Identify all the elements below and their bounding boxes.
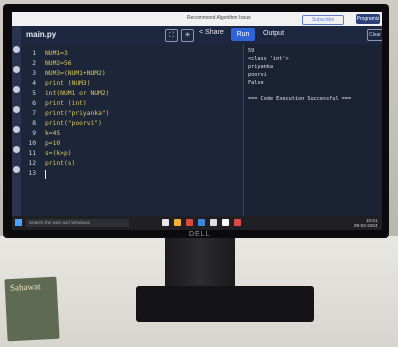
taskbar-clock[interactable]: 10:51 09-02-2024 <box>354 218 378 228</box>
line-number: 8 <box>32 120 36 127</box>
folder-icon[interactable] <box>174 219 181 226</box>
screen: Recommend Algorithm Issue Subscribe Prog… <box>12 12 382 230</box>
line-number: 12 <box>28 160 36 167</box>
output-line: False <box>248 80 264 86</box>
app-icon[interactable] <box>186 219 193 226</box>
line-number: 6 <box>32 100 36 107</box>
code-text[interactable]: print(s) <box>45 160 75 167</box>
app-icon[interactable] <box>210 219 217 226</box>
monitor-brand-logo: DELL <box>189 231 211 238</box>
file-tab[interactable]: main.py <box>26 30 56 39</box>
line-number: 13 <box>28 170 36 177</box>
browser-icon[interactable] <box>198 219 205 226</box>
code-text[interactable]: print("poorvi") <box>45 120 102 127</box>
run-button[interactable]: Run <box>231 28 255 41</box>
ad-text: Recommend Algorithm Issue <box>187 15 251 21</box>
windows-start-icon[interactable] <box>15 219 22 226</box>
output-line: === Code Execution Successful === <box>248 96 352 102</box>
c-icon[interactable] <box>13 106 20 113</box>
output-line: priyanka <box>248 64 273 70</box>
line-number: 11 <box>28 150 36 157</box>
js-icon[interactable] <box>13 146 20 153</box>
code-editor[interactable]: 1 NUM1=3 2 NUM2=56 3 NUM3=(NUM1+NUM2) 4 prin… <box>21 44 243 216</box>
code-text[interactable]: p=10 <box>45 140 60 147</box>
monitor-stand-base <box>136 286 314 322</box>
monitor: Recommend Algorithm Issue Subscribe Prog… <box>3 4 389 238</box>
cpp-icon[interactable] <box>13 126 20 133</box>
java-icon[interactable] <box>13 86 20 93</box>
output-panel: 59 <class 'int'> priyanka poorvi False =… <box>243 44 382 216</box>
editor-header: main.py ⛶ ☀ < Share Run Output Clear <box>21 26 382 44</box>
output-line: 59 <box>248 48 255 54</box>
code-text[interactable]: print (int) <box>45 100 87 107</box>
code-text[interactable]: int(NUM1 or NUM2) <box>45 90 109 97</box>
book-title: Sahawat <box>9 281 41 293</box>
fullscreen-icon[interactable]: ⛶ <box>165 29 178 42</box>
line-number: 10 <box>28 140 36 147</box>
line-number: 2 <box>32 60 36 67</box>
output-line: poorvi <box>248 72 267 78</box>
code-text[interactable]: NUM1=3 <box>45 50 68 57</box>
code-text[interactable]: print (NUM3) <box>45 80 91 87</box>
theme-icon[interactable]: ☀ <box>181 29 194 42</box>
pro-button[interactable]: Programiz PRO <box>356 14 380 32</box>
html-icon[interactable] <box>13 66 20 73</box>
output-title: Output <box>263 30 285 37</box>
line-number: 4 <box>32 80 36 87</box>
subscribe-button[interactable]: Subscribe <box>302 15 344 25</box>
share-label: Share <box>205 29 224 36</box>
python-icon[interactable] <box>13 46 20 53</box>
left-icon-sidebar <box>12 26 21 216</box>
share-icon: < <box>199 29 204 36</box>
taskbar: Search the web and Windows 10:51 09-02-2… <box>12 216 382 230</box>
line-number: 9 <box>32 130 36 137</box>
code-text[interactable]: s=(k>p) <box>45 150 72 157</box>
line-number: 5 <box>32 90 36 97</box>
taskbar-search[interactable]: Search the web and Windows <box>26 219 129 227</box>
code-text[interactable]: print("priyanka") <box>45 110 109 117</box>
chrome-icon[interactable] <box>222 219 229 226</box>
line-number: 7 <box>32 110 36 117</box>
clear-button[interactable]: Clear <box>367 29 382 41</box>
code-text[interactable]: NUM2=56 <box>45 60 72 67</box>
share-button[interactable]: < Share <box>199 29 224 36</box>
code-text[interactable]: k=45 <box>45 130 60 137</box>
code-text[interactable]: NUM3=(NUM1+NUM2) <box>45 70 106 77</box>
line-number: 3 <box>32 70 36 77</box>
browser-top-strip: Recommend Algorithm Issue Subscribe Prog… <box>12 12 382 32</box>
app-icon[interactable] <box>162 219 169 226</box>
text-cursor <box>45 170 46 179</box>
clock-date: 09-02-2024 <box>354 223 378 228</box>
sql-icon[interactable] <box>13 166 20 173</box>
line-number: 1 <box>32 50 36 57</box>
output-line: <class 'int'> <box>248 56 289 62</box>
app-icon[interactable] <box>234 219 241 226</box>
